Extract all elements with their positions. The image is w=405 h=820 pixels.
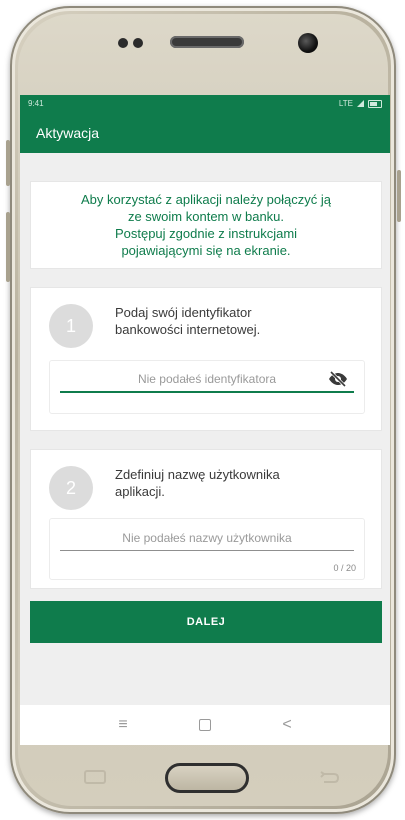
sensor-dot — [133, 38, 143, 48]
step-1-title: Podaj swój identyfikator bankowości inte… — [115, 305, 261, 337]
signal-icon — [357, 100, 364, 107]
character-counter: 0 / 20 — [333, 563, 356, 573]
step-1-number-badge: 1 — [49, 304, 93, 348]
step-2-title: Zdefiniuj nazwę użytkownika aplikacji. — [115, 467, 280, 499]
front-camera-icon — [298, 33, 318, 53]
home-nav-button[interactable] — [193, 713, 217, 737]
menu-lines-icon: ≡ — [118, 716, 128, 733]
earpiece-speaker — [170, 36, 244, 48]
back-button[interactable]: < — [275, 713, 299, 737]
step-2-number-badge: 2 — [49, 466, 93, 510]
next-button[interactable]: DALEJ — [30, 601, 382, 643]
status-icons: LTE — [339, 99, 382, 108]
sensor-dot — [118, 38, 128, 48]
username-input[interactable] — [60, 525, 354, 551]
identifier-input[interactable] — [60, 367, 354, 393]
power-key — [397, 170, 401, 222]
screen: 9:41 LTE Aktywacja Aby korzystać z aplik… — [20, 95, 390, 745]
step-2-card: 2 Zdefiniuj nazwę użytkownika aplikacji.… — [30, 449, 382, 589]
square-icon — [199, 719, 211, 731]
step-1-card: 1 Podaj swój identyfikator bankowości in… — [30, 287, 382, 431]
identifier-field — [49, 360, 365, 414]
page-title: Aktywacja — [36, 125, 100, 141]
status-bar: 9:41 LTE — [20, 95, 390, 113]
app-bar: Aktywacja — [20, 113, 390, 153]
volume-down-key — [6, 212, 10, 282]
recent-apps-key-icon — [84, 770, 106, 784]
status-time: 9:41 — [28, 99, 44, 108]
back-key-icon — [318, 770, 340, 784]
physical-home-button[interactable] — [165, 763, 249, 793]
recent-apps-button[interactable]: ≡ — [111, 713, 135, 737]
back-chevron-icon: < — [282, 716, 292, 733]
network-label: LTE — [338, 99, 353, 108]
intro-text: Aby korzystać z aplikacji należy połączy… — [81, 192, 331, 258]
username-field: 0 / 20 — [49, 518, 365, 580]
page: 9:41 LTE Aktywacja Aby korzystać z aplik… — [0, 0, 405, 820]
intro-card: Aby korzystać z aplikacji należy połączy… — [30, 181, 382, 269]
activation-content: Aby korzystać z aplikacji należy połączy… — [20, 153, 390, 708]
eye-slash-icon[interactable] — [328, 370, 348, 388]
battery-icon — [368, 99, 382, 108]
volume-up-key — [6, 140, 10, 186]
android-nav-bar: ≡ < — [20, 705, 390, 745]
